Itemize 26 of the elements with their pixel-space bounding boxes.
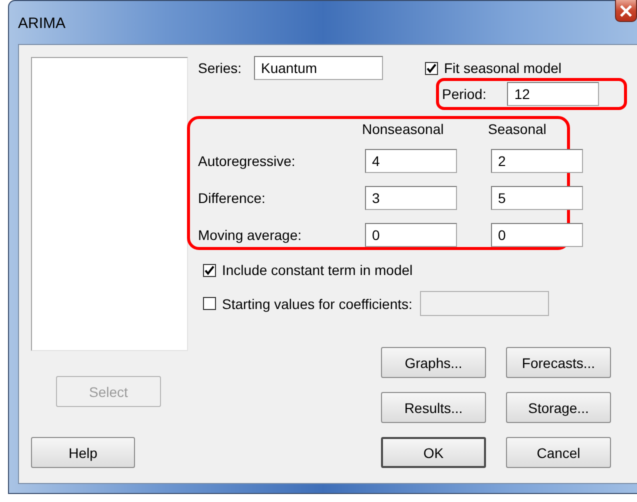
order-field[interactable]: 0 bbox=[491, 223, 583, 247]
period-field[interactable]: 12 bbox=[507, 82, 600, 106]
dialog-button[interactable]: OK bbox=[381, 437, 486, 468]
order-field[interactable]: 2 bbox=[491, 149, 583, 173]
column-header: Seasonal bbox=[488, 121, 548, 137]
series-label: Series: bbox=[198, 60, 243, 76]
window-title: ARIMA bbox=[18, 15, 66, 32]
checkbox-label: Include constant term in model bbox=[222, 262, 413, 278]
order-field[interactable]: 0 bbox=[365, 223, 457, 247]
dialog-button[interactable]: Graphs... bbox=[381, 347, 486, 378]
checkbox-label: Fit seasonal model bbox=[444, 60, 562, 76]
row-label: Moving average: bbox=[198, 227, 303, 243]
row-label: Autoregressive: bbox=[198, 153, 296, 169]
row-label: Difference: bbox=[198, 190, 266, 206]
help-button[interactable]: Help bbox=[31, 437, 135, 468]
order-field[interactable]: 4 bbox=[365, 149, 457, 173]
order-field[interactable]: 3 bbox=[365, 186, 457, 210]
column-header: Nonseasonal bbox=[362, 121, 445, 137]
dialog-button[interactable]: Storage... bbox=[506, 392, 611, 423]
dialog-button[interactable]: Forecasts... bbox=[506, 347, 611, 378]
checkbox-label: Starting values for coefficients: bbox=[222, 296, 412, 312]
order-field[interactable]: 5 bbox=[491, 186, 583, 210]
series-field[interactable]: Kuantum bbox=[254, 56, 383, 80]
period-label: Period: bbox=[442, 86, 486, 102]
dialog-button[interactable]: Cancel bbox=[506, 437, 611, 468]
dialog-button[interactable]: Results... bbox=[381, 392, 486, 423]
